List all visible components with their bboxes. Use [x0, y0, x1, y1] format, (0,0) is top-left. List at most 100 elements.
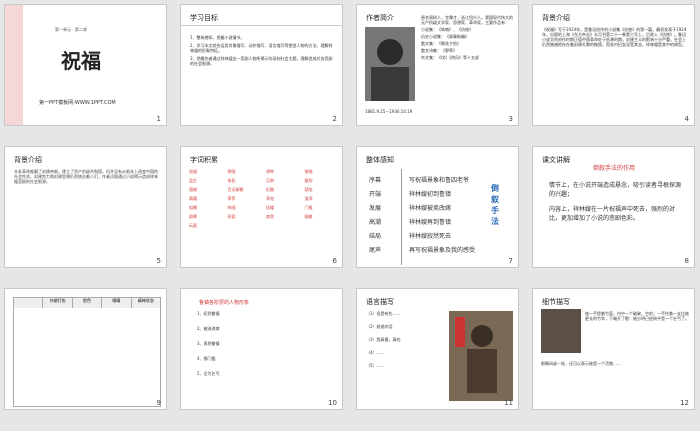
vocab-word: 谬种 — [266, 169, 274, 174]
slide-thumb-10[interactable]: 鲁镇各阶层的人物形象 1、初到鲁镇 2、被迫改嫁 3、再到鲁镇 4、捐门槛 5、… — [180, 288, 343, 410]
vocab-word: 乖觉 — [266, 196, 274, 201]
list-item: （1）但是有些…… — [366, 311, 401, 316]
list-item: 5、沦为乞丐 — [197, 371, 220, 376]
vocab-word: 荸荠 — [227, 196, 236, 201]
slide10-items: 1、初到鲁镇 2、被迫改嫁 3、再到鲁镇 4、捐门槛 5、沦为乞丐 — [197, 311, 333, 376]
author-portrait — [365, 27, 415, 101]
slide-thumb-8[interactable]: 课文讲解 倒叙手法的作用 情节上，在小说开端造成悬念，吸引读者寻根探源的兴趣； … — [532, 146, 695, 268]
vocab-word: 顺着 — [304, 214, 313, 219]
stage-label: 开端 — [369, 191, 382, 198]
slide-number: 11 — [504, 399, 513, 407]
slide4-title: 背景介绍 — [542, 14, 570, 22]
slide1-footer: 第一PPT模板网-WWW.1PPT.COM — [39, 100, 116, 106]
stage-label: 高潮 — [369, 219, 382, 226]
author-bio-6: 杂文集：《坟》《热风》等十五部 — [421, 55, 479, 60]
vocab-word: 寒暄 — [227, 169, 236, 174]
divider — [181, 25, 342, 26]
point-1: 情节上，在小说开端造成悬念，吸引读者寻根探源的兴趣； — [549, 182, 682, 198]
slide8-points: 情节上，在小说开端造成悬念，吸引读者寻根探源的兴趣； 内容上，祥林嫂在一片祝福声… — [549, 181, 685, 223]
list-item: 4、捐门槛 — [197, 356, 216, 361]
slide-thumb-3[interactable]: 作者简介 原名周树人，字豫才，浙江绍兴人。我国现代伟大的无产阶级文学家、思想家、… — [356, 4, 519, 126]
slide-thumb-7[interactable]: 整体感知 序幕 开端 发展 高潮 结局 尾声 写祝福景象和鲁四老爷 祥林嫂初到鲁… — [356, 146, 519, 268]
vocab-word: 监生 — [189, 178, 197, 183]
author-bio-4: 散文集：《朝花夕拾》 — [421, 41, 461, 46]
slide2-title: 学习目标 — [190, 14, 218, 22]
slide-thumb-12[interactable]: 细节描写 她一手提着竹篮，内中一个破碗，空的；一手拄着一支比她更长的竹竿，下端开… — [532, 288, 695, 410]
stage-desc: 祥林嫂再到鲁镇 — [409, 219, 452, 226]
vocab-word: 踌躇 — [189, 196, 197, 201]
slide1-title: 祝福 — [61, 49, 101, 73]
slide1-top-label: 第一单元 · 第二课 — [55, 27, 87, 32]
author-bio-3: 历史小说集：《故事新编》 — [421, 34, 469, 39]
list-item: 1、初到鲁镇 — [197, 311, 220, 316]
list-item: （2）她说的话 — [366, 324, 393, 329]
vocab-word: 惴惴 — [304, 169, 313, 174]
slide4-paragraph: 《祝福》写于1924年，是鲁迅创作的小说集《彷徨》的第一篇，最初发表于1924年… — [542, 27, 687, 47]
slide-thumb-2[interactable]: 学习目标 1、整体感知，把握小说情节。 2、学习本文综合运用肖像描写、动作描写、… — [180, 4, 343, 126]
slide-thumb-9[interactable]: 外貌打扮 脸色 眼睛 精神状态 9 — [4, 288, 167, 410]
slide12-paragraph: 她一手提着竹篮，内中一个破碗，空的；一手拄着一支比她更长的竹竿，下端开了裂：她分… — [585, 311, 689, 321]
author-bio-1: 原名周树人，字豫才，浙江绍兴人。我国现代伟大的无产阶级文学家、思想家、革命家。主… — [421, 15, 513, 25]
slide-number: 6 — [332, 257, 337, 265]
stage-desc: 再写祝福景象及我的感受 — [409, 247, 476, 254]
list-item: （4）…… — [366, 350, 385, 355]
vocab-word: 祝福 — [189, 169, 197, 174]
stage-desc: 写祝福景象和鲁四老爷 — [409, 177, 470, 184]
vocab-word: 玩意 — [189, 223, 197, 228]
stage-label: 序幕 — [369, 177, 382, 184]
table-header-cell: 外貌打扮 — [43, 298, 73, 308]
author-bio-5: 散文诗集：《野草》 — [421, 48, 457, 53]
author-bio-2: 小说集：《呐喊》、《彷徨》 — [421, 27, 473, 32]
flashback-label: 倒叙手法 — [491, 184, 499, 226]
slide-thumb-6[interactable]: 字词积累 祝福 寒暄 谬种 惴惴 监生 朱拓 沉寂 瘦削 蹙缩 百无聊赖 形骸 … — [180, 146, 343, 268]
goal-3: 3、把握作者通过祥林嫂这一悲剧人物所揭示的深刻社会主题，理解造成任务悲剧的社会根… — [190, 56, 333, 66]
slide6-title: 字词积累 — [190, 156, 218, 164]
vocab-word: 渣滓 — [304, 196, 313, 201]
slide-thumb-5[interactable]: 背景介绍 辛亥革命推翻了封建帝制，建立了资产阶级共和国，但并没有从根本上改变中国… — [4, 146, 167, 268]
table-header-cell: 眼睛 — [102, 298, 132, 308]
illustration-image — [449, 311, 513, 401]
slide-number: 10 — [328, 399, 337, 407]
vocab-word: 呜咽 — [227, 205, 236, 210]
vocab-grid: 祝福 寒暄 谬种 惴惴 监生 朱拓 沉寂 瘦削 蹙缩 百无聊赖 形骸 窈陷 踌躇… — [189, 169, 339, 229]
vocab-word: 形容 — [227, 214, 236, 219]
slide12-paragraph-2: 眼睛间或一轮，还可以表示她是一个活物…… — [541, 361, 621, 366]
slide2-goals: 1、整体感知，把握小说情节。 2、学习本文综合运用肖像描写、动作描写、语言描写等… — [190, 35, 336, 66]
stage-label: 发展 — [369, 205, 382, 212]
goal-1: 1、整体感知，把握小说情节。 — [190, 35, 245, 40]
slide8-subtitle: 倒叙手法的作用 — [593, 165, 636, 172]
slide-number: 5 — [156, 257, 161, 265]
vocab-word: 窈陷 — [304, 187, 313, 192]
vocab-word: 沉寂 — [266, 178, 274, 183]
slide5-paragraph: 辛亥革命推翻了封建帝制，建立了资产阶级共和国，但并没有从根本上改变中国的社会性质… — [14, 169, 158, 184]
slide-thumb-11[interactable]: 语言描写 （1）但是有些…… （2）她说的话 （3）我真傻，真的 （4）…… （… — [356, 288, 519, 410]
vocab-word: 形骸 — [266, 187, 274, 192]
author-bio: 原名周树人，字豫才，浙江绍兴人。我国现代伟大的无产阶级文学家、思想家、革命家。主… — [421, 15, 515, 60]
slide8-title: 课文讲解 — [542, 156, 570, 164]
slide3-title: 作者简介 — [366, 14, 394, 22]
list-item: 2、被迫改嫁 — [197, 326, 220, 331]
stage-desc: 祥林嫂寂然死去 — [409, 233, 452, 240]
goal-2: 2、学习本文综合运用肖像描写、动作描写、语言描写等塑造人物的方法，理解祥林嫂的形… — [190, 43, 333, 53]
slide-number: 3 — [508, 115, 513, 123]
slide5-title: 背景介绍 — [14, 156, 42, 164]
vocab-word: 咀嚼 — [189, 205, 197, 210]
vocab-word: 蹙缩 — [189, 187, 197, 192]
slide-number: 8 — [684, 257, 689, 265]
vocab-word: 朱拓 — [227, 178, 236, 183]
slide7-title: 整体感知 — [366, 156, 394, 164]
table-header-cell: 脸色 — [73, 298, 103, 308]
slide-grid: 第一单元 · 第二课 祝福 第一PPT模板网-WWW.1PPT.COM 1 学习… — [4, 4, 696, 428]
slide11-items: （1）但是有些…… （2）她说的话 （3）我真傻，真的 （4）…… （5）…… — [366, 311, 446, 368]
stage-label: 结局 — [369, 233, 382, 240]
vocab-word: 炫耀 — [266, 205, 274, 210]
list-item: （3）我真傻，真的 — [366, 337, 401, 342]
stage-desc: 祥林嫂被卖改嫁 — [409, 205, 452, 212]
slide1-left-band — [5, 5, 23, 125]
illustration-image — [541, 309, 581, 353]
vocab-word: 瘦削 — [304, 178, 313, 183]
vocab-word: 百无聊赖 — [227, 187, 244, 192]
slide-thumb-1[interactable]: 第一单元 · 第二课 祝福 第一PPT模板网-WWW.1PPT.COM 1 — [4, 4, 167, 126]
slide-number: 9 — [156, 399, 161, 407]
slide-thumb-4[interactable]: 背景介绍 《祝福》写于1924年，是鲁迅创作的小说集《彷徨》的第一篇，最初发表于… — [532, 4, 695, 126]
